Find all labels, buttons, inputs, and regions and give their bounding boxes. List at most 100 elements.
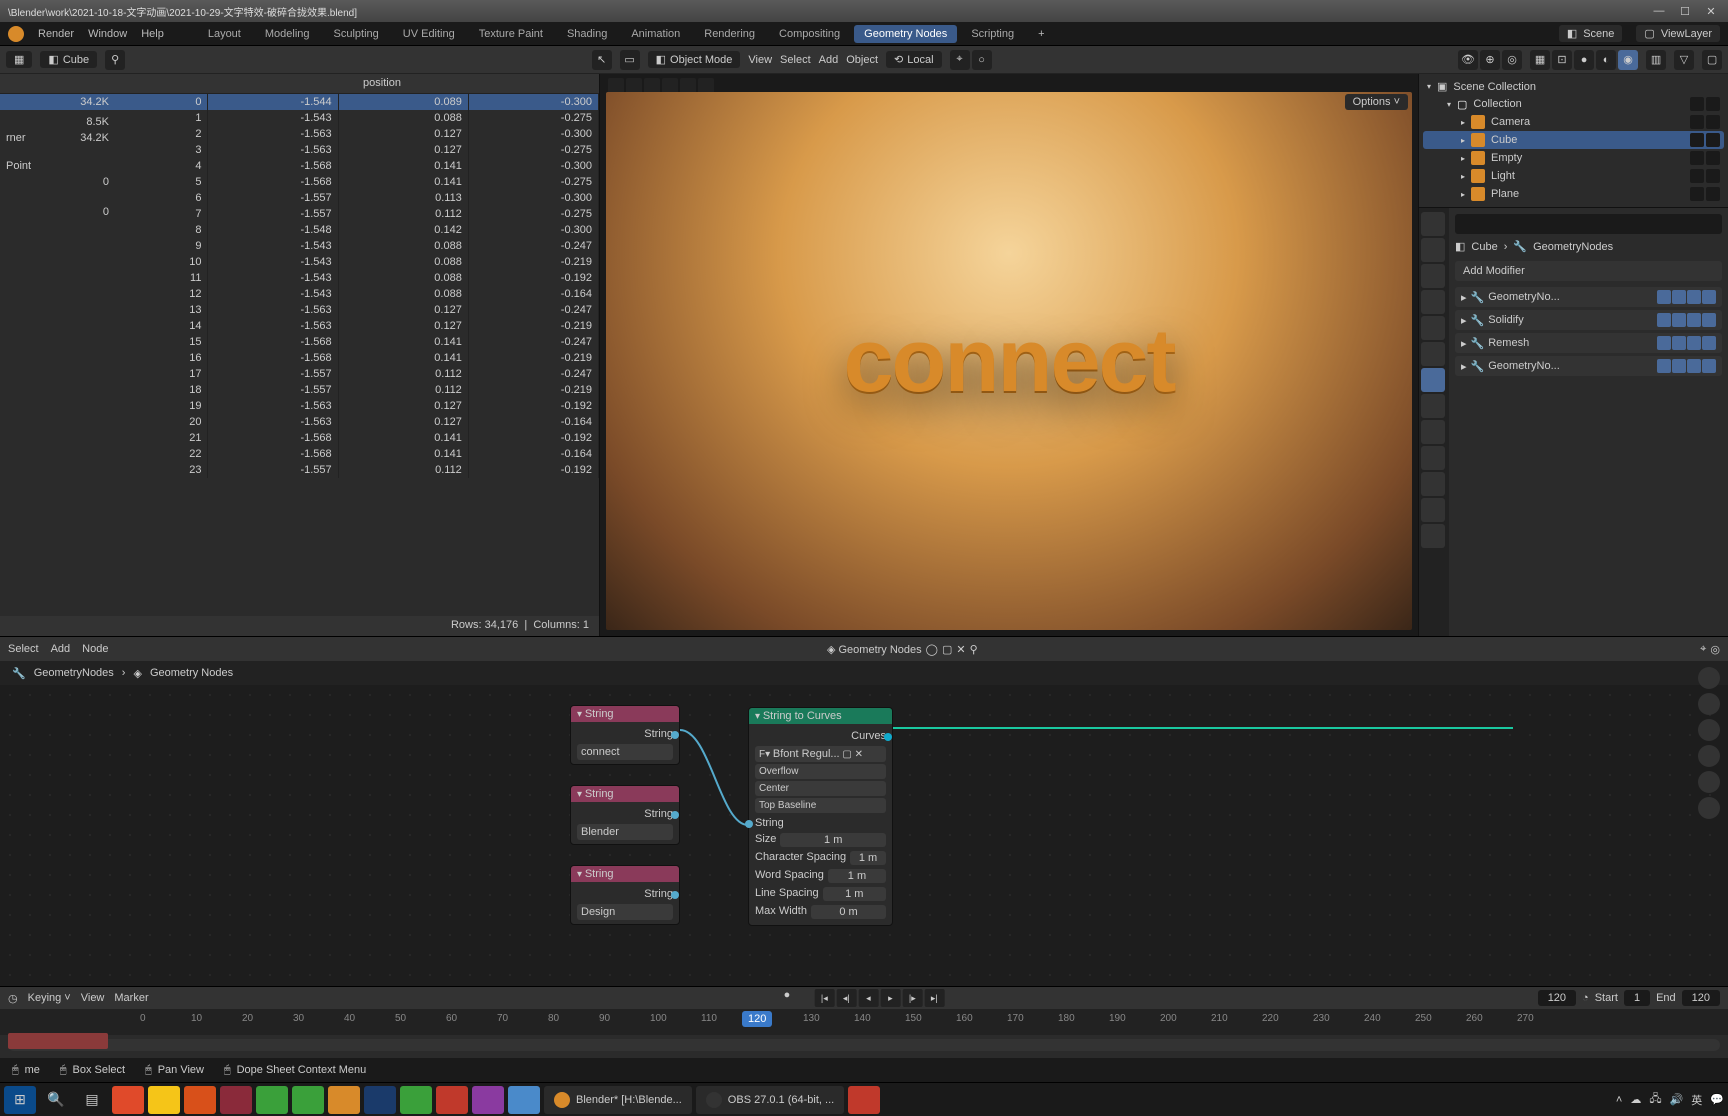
prop-tab-render[interactable] <box>1421 212 1445 236</box>
spreadsheet-row[interactable]: 22-1.5680.141-0.164 <box>115 446 599 462</box>
proportional-icon[interactable]: ○ <box>972 50 992 70</box>
taskbar-icon[interactable] <box>184 1086 216 1114</box>
size-input[interactable]: 1 m <box>780 833 886 847</box>
spreadsheet-object[interactable]: ◧ Cube <box>40 51 97 68</box>
render-icon[interactable] <box>1706 115 1720 129</box>
outliner-item[interactable]: ▸Camera <box>1423 113 1724 131</box>
taskbar-app-blender[interactable]: Blender* [H:\Blende... <box>544 1086 692 1114</box>
close-button[interactable]: ✕ <box>1702 5 1720 18</box>
properties-search[interactable] <box>1455 214 1722 234</box>
disclosure-icon[interactable]: ▸ <box>1461 314 1467 327</box>
autokey-icon[interactable]: ● <box>784 989 791 1007</box>
disclosure-icon[interactable]: ▾ <box>1427 82 1431 91</box>
jump-end-button[interactable]: ▸| <box>924 989 944 1007</box>
new-nodetree-icon[interactable]: ▢ <box>942 643 952 656</box>
workspace-tab[interactable]: Geometry Nodes <box>854 25 957 43</box>
spreadsheet-row[interactable]: 2-1.5630.127-0.300 <box>115 126 599 142</box>
jump-keyframe-back-button[interactable]: ◂| <box>836 989 856 1007</box>
disclosure-icon[interactable]: ▸ <box>1461 360 1467 373</box>
toggle-icon[interactable] <box>1672 290 1686 304</box>
taskbar-icon[interactable] <box>472 1086 504 1114</box>
modifier-row[interactable]: ▸🔧GeometryNo... <box>1455 287 1722 307</box>
string-value-input[interactable]: Blender <box>577 824 673 840</box>
menu-window[interactable]: Window <box>88 28 127 40</box>
timeline-editor-type[interactable]: ◷ <box>8 992 18 1005</box>
spreadsheet-row[interactable]: 4-1.5680.141-0.300 <box>115 158 599 174</box>
scene-selector[interactable]: ◧ Scene <box>1559 25 1623 42</box>
spreadsheet-row[interactable]: 5-1.5680.141-0.275 <box>115 174 599 190</box>
toggle-icon[interactable] <box>1702 359 1716 373</box>
toggle-icon[interactable] <box>1657 313 1671 327</box>
add-workspace-button[interactable]: + <box>1038 28 1044 40</box>
prop-tab-modifiers[interactable] <box>1421 368 1445 392</box>
toggle-icon[interactable] <box>1702 336 1716 350</box>
output-socket-string[interactable]: String <box>577 806 673 822</box>
node-string-to-curves[interactable]: ▾ String to Curves Curves F▾ Bfont Regul… <box>748 707 893 926</box>
render-icon[interactable] <box>1706 151 1720 165</box>
snap-icon[interactable]: ⌖ <box>1700 643 1706 656</box>
node-title[interactable]: ▾ String <box>571 866 679 882</box>
toggle-icon[interactable] <box>1687 336 1701 350</box>
clock-icon[interactable]: ◔ <box>1582 992 1589 1004</box>
font-selector[interactable]: F▾ Bfont Regul... ▢ ✕ <box>755 746 886 762</box>
menu-add[interactable]: Add <box>819 54 839 66</box>
taskbar-icon[interactable] <box>364 1086 396 1114</box>
render-icon[interactable] <box>1706 169 1720 183</box>
workspace-tab[interactable]: Compositing <box>769 25 850 43</box>
visibility-icon[interactable]: 👁 <box>1458 50 1478 70</box>
spreadsheet-row[interactable]: 23-1.5570.112-0.192 <box>115 462 599 478</box>
toggle-icon[interactable] <box>1702 290 1716 304</box>
disclosure-icon[interactable]: ▾ <box>1447 100 1451 109</box>
tray-notifications-icon[interactable]: 💬 <box>1710 1093 1724 1106</box>
outliner-scene-collection[interactable]: ▾ ▣ Scene Collection <box>1423 78 1724 95</box>
orientation-selector[interactable]: ⟲ Local <box>886 51 942 68</box>
wireframe-shading-icon[interactable]: ⊡ <box>1552 50 1572 70</box>
outliner-item[interactable]: ▸Light <box>1423 167 1724 185</box>
tray-ime-icon[interactable]: 英 <box>1691 1092 1702 1108</box>
sidebar-tab[interactable] <box>1698 719 1720 741</box>
taskbar-icon[interactable] <box>148 1086 180 1114</box>
prop-tab-viewlayer[interactable] <box>1421 264 1445 288</box>
spreadsheet-row[interactable]: 19-1.5630.127-0.192 <box>115 398 599 414</box>
workspace-tab[interactable]: UV Editing <box>393 25 465 43</box>
unlink-icon[interactable]: ✕ <box>956 643 965 656</box>
spreadsheet-row[interactable]: 8-1.5480.142-0.300 <box>115 222 599 238</box>
workspace-tab[interactable]: Layout <box>198 25 251 43</box>
cursor-tool-icon[interactable]: ↖ <box>592 50 612 70</box>
output-socket-string[interactable]: String <box>577 726 673 742</box>
outliner-editor-type[interactable]: ▥ <box>1646 50 1666 70</box>
disclosure-icon[interactable]: ▸ <box>1461 118 1465 127</box>
outliner-item[interactable]: ▸Empty <box>1423 149 1724 167</box>
spreadsheet-row[interactable]: 0-1.5440.089-0.300 <box>115 94 599 110</box>
rendered-shading-icon[interactable]: ◉ <box>1618 50 1638 70</box>
spreadsheet-row[interactable]: 11-1.5430.088-0.192 <box>115 270 599 286</box>
gizmo-icon[interactable]: ⊕ <box>1480 50 1500 70</box>
3d-viewport[interactable]: connect Options ˅ <box>600 74 1418 636</box>
spreadsheet-row[interactable]: 21-1.5680.141-0.192 <box>115 430 599 446</box>
workspace-tab[interactable]: Animation <box>621 25 690 43</box>
menu-node[interactable]: Node <box>82 643 108 655</box>
prop-tab-material[interactable] <box>1421 498 1445 522</box>
domain-corner[interactable]: rner34.2K <box>0 130 115 146</box>
workspace-tab[interactable]: Sculpting <box>324 25 389 43</box>
select-tool-icon[interactable]: ▭ <box>620 50 640 70</box>
sidebar-tab[interactable] <box>1698 667 1720 689</box>
node-title[interactable]: ▾ String to Curves <box>749 708 892 724</box>
menu-select[interactable]: Select <box>780 54 811 66</box>
node-title[interactable]: ▾ String <box>571 706 679 722</box>
pin-icon[interactable]: ⚲ <box>970 643 978 656</box>
overlay-icon[interactable]: ◎ <box>1502 50 1522 70</box>
spreadsheet-editor-type[interactable]: ▦ <box>6 51 32 68</box>
prop-tab-scene[interactable] <box>1421 290 1445 314</box>
sidebar-tab[interactable] <box>1698 745 1720 767</box>
new-collection-icon[interactable]: ▢ <box>1702 50 1722 70</box>
output-socket-string[interactable]: String <box>577 886 673 902</box>
play-reverse-button[interactable]: ◂ <box>858 989 878 1007</box>
string-value-input[interactable]: Design <box>577 904 673 920</box>
menu-add[interactable]: Add <box>51 643 71 655</box>
toggle-icon[interactable] <box>1672 359 1686 373</box>
align-x-selector[interactable]: Center <box>755 781 886 796</box>
disclosure-icon[interactable]: ▸ <box>1461 337 1467 350</box>
taskbar-icon[interactable] <box>256 1086 288 1114</box>
disclosure-icon[interactable]: ▸ <box>1461 136 1465 145</box>
